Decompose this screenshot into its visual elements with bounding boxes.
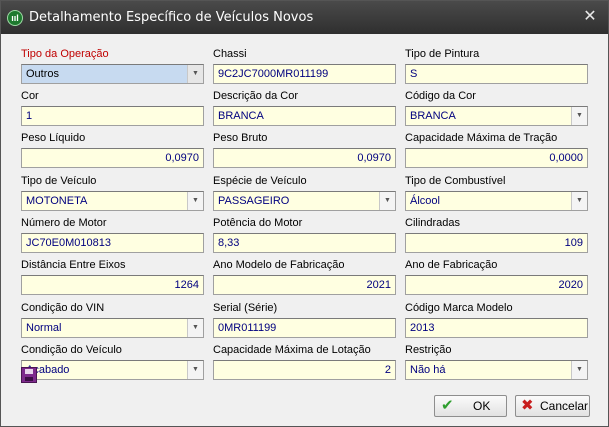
restricao-select[interactable]: Não há ▼ [405, 360, 588, 380]
condicao-vin-label: Condição do VIN [21, 302, 105, 314]
distancia-eixos-field[interactable]: 1264 [21, 275, 204, 295]
capacidade-tracao-field[interactable]: 0,0000 [405, 148, 588, 168]
chassi-field[interactable]: 9C2JC7000MR011199 [213, 64, 396, 84]
chevron-down-icon[interactable]: ▼ [187, 65, 203, 83]
ok-button[interactable]: ✔ OK [434, 395, 507, 417]
floppy-disk-icon[interactable] [21, 367, 37, 383]
chevron-down-icon[interactable]: ▼ [187, 192, 203, 210]
serial-field[interactable]: 0MR011199 [213, 318, 396, 338]
restricao-label: Restrição [405, 344, 452, 356]
chevron-down-icon[interactable]: ▼ [187, 361, 203, 379]
chassi-label: Chassi [213, 48, 247, 60]
serial-label: Serial (Série) [213, 302, 278, 314]
cilindradas-label: Cilindradas [405, 217, 461, 229]
title-bar[interactable]: ııl Detalhamento Específico de Veículos … [1, 1, 608, 34]
ano-modelo-field[interactable]: 2021 [213, 275, 396, 295]
app-logo-icon: ııl [7, 10, 23, 26]
restricao-value: Não há [410, 364, 446, 376]
dialog-window: ııl Detalhamento Específico de Veículos … [0, 0, 609, 427]
chevron-down-icon[interactable]: ▼ [379, 192, 395, 210]
tipo-operacao-label: Tipo da Operação [21, 48, 109, 60]
chevron-down-icon[interactable]: ▼ [571, 361, 587, 379]
codigo-cor-label: Código da Cor [405, 90, 476, 102]
x-icon: ✖ [521, 397, 534, 414]
cor-label: Cor [21, 90, 39, 102]
tipo-pintura-field[interactable]: S [405, 64, 588, 84]
capacidade-lotacao-label: Capacidade Máxima de Lotação [213, 344, 371, 356]
capacidade-lotacao-field[interactable]: 2 [213, 360, 396, 380]
potencia-motor-label: Potência do Motor [213, 217, 303, 229]
codigo-cor-select[interactable]: BRANCA ▼ [405, 106, 588, 126]
ano-modelo-label: Ano Modelo de Fabricação [213, 259, 345, 271]
cilindradas-field[interactable]: 109 [405, 233, 588, 253]
tipo-combustivel-value: Álcool [410, 195, 440, 207]
cancel-button-label: Cancelar [540, 399, 589, 413]
cor-field[interactable]: 1 [21, 106, 204, 126]
cancel-button[interactable]: ✖ Cancelar [515, 395, 590, 417]
capacidade-tracao-label: Capacidade Máxima de Tração [405, 132, 558, 144]
peso-bruto-label: Peso Bruto [213, 132, 268, 144]
distancia-eixos-label: Distância Entre Eixos [21, 259, 126, 271]
condicao-veiculo-label: Condição do Veículo [21, 344, 122, 356]
descricao-cor-label: Descrição da Cor [213, 90, 298, 102]
especie-veiculo-value: PASSAGEIRO [218, 195, 290, 207]
chevron-down-icon[interactable]: ▼ [571, 107, 587, 125]
chevron-down-icon[interactable]: ▼ [571, 192, 587, 210]
chevron-down-icon[interactable]: ▼ [187, 319, 203, 337]
numero-motor-label: Número de Motor [21, 217, 107, 229]
peso-liquido-label: Peso Líquido [21, 132, 86, 144]
ano-fabricacao-field[interactable]: 2020 [405, 275, 588, 295]
form-body: Tipo da Operação Outros ▼ Chassi 9C2JC70… [1, 34, 608, 426]
potencia-motor-field[interactable]: 8,33 [213, 233, 396, 253]
especie-veiculo-select[interactable]: PASSAGEIRO ▼ [213, 191, 396, 211]
tipo-combustivel-label: Tipo de Combustível [405, 175, 506, 187]
tipo-pintura-label: Tipo de Pintura [405, 48, 480, 60]
tipo-combustivel-select[interactable]: Álcool ▼ [405, 191, 588, 211]
descricao-cor-field[interactable]: BRANCA [213, 106, 396, 126]
codigo-marca-modelo-field[interactable]: 2013 [405, 318, 588, 338]
codigo-marca-modelo-label: Código Marca Modelo [405, 302, 513, 314]
peso-liquido-field[interactable]: 0,0970 [21, 148, 204, 168]
condicao-vin-select[interactable]: Normal ▼ [21, 318, 204, 338]
condicao-vin-value: Normal [26, 322, 62, 334]
especie-veiculo-label: Espécie de Veículo [213, 175, 307, 187]
ano-fabricacao-label: Ano de Fabricação [405, 259, 498, 271]
tipo-veiculo-value: MOTONETA [26, 195, 88, 207]
tipo-veiculo-select[interactable]: MOTONETA ▼ [21, 191, 204, 211]
codigo-cor-value: BRANCA [410, 110, 456, 122]
window-title: Detalhamento Específico de Veículos Novo… [29, 10, 314, 25]
ok-button-label: OK [473, 399, 491, 413]
tipo-operacao-select[interactable]: Outros ▼ [21, 64, 204, 84]
numero-motor-field[interactable]: JC70E0M010813 [21, 233, 204, 253]
check-icon: ✔ [441, 397, 454, 414]
close-icon[interactable]: ✕ [581, 8, 599, 26]
tipo-operacao-value: Outros [26, 68, 60, 80]
condicao-veiculo-select[interactable]: Acabado ▼ [21, 360, 204, 380]
peso-bruto-field[interactable]: 0,0970 [213, 148, 396, 168]
tipo-veiculo-label: Tipo de Veículo [21, 175, 97, 187]
